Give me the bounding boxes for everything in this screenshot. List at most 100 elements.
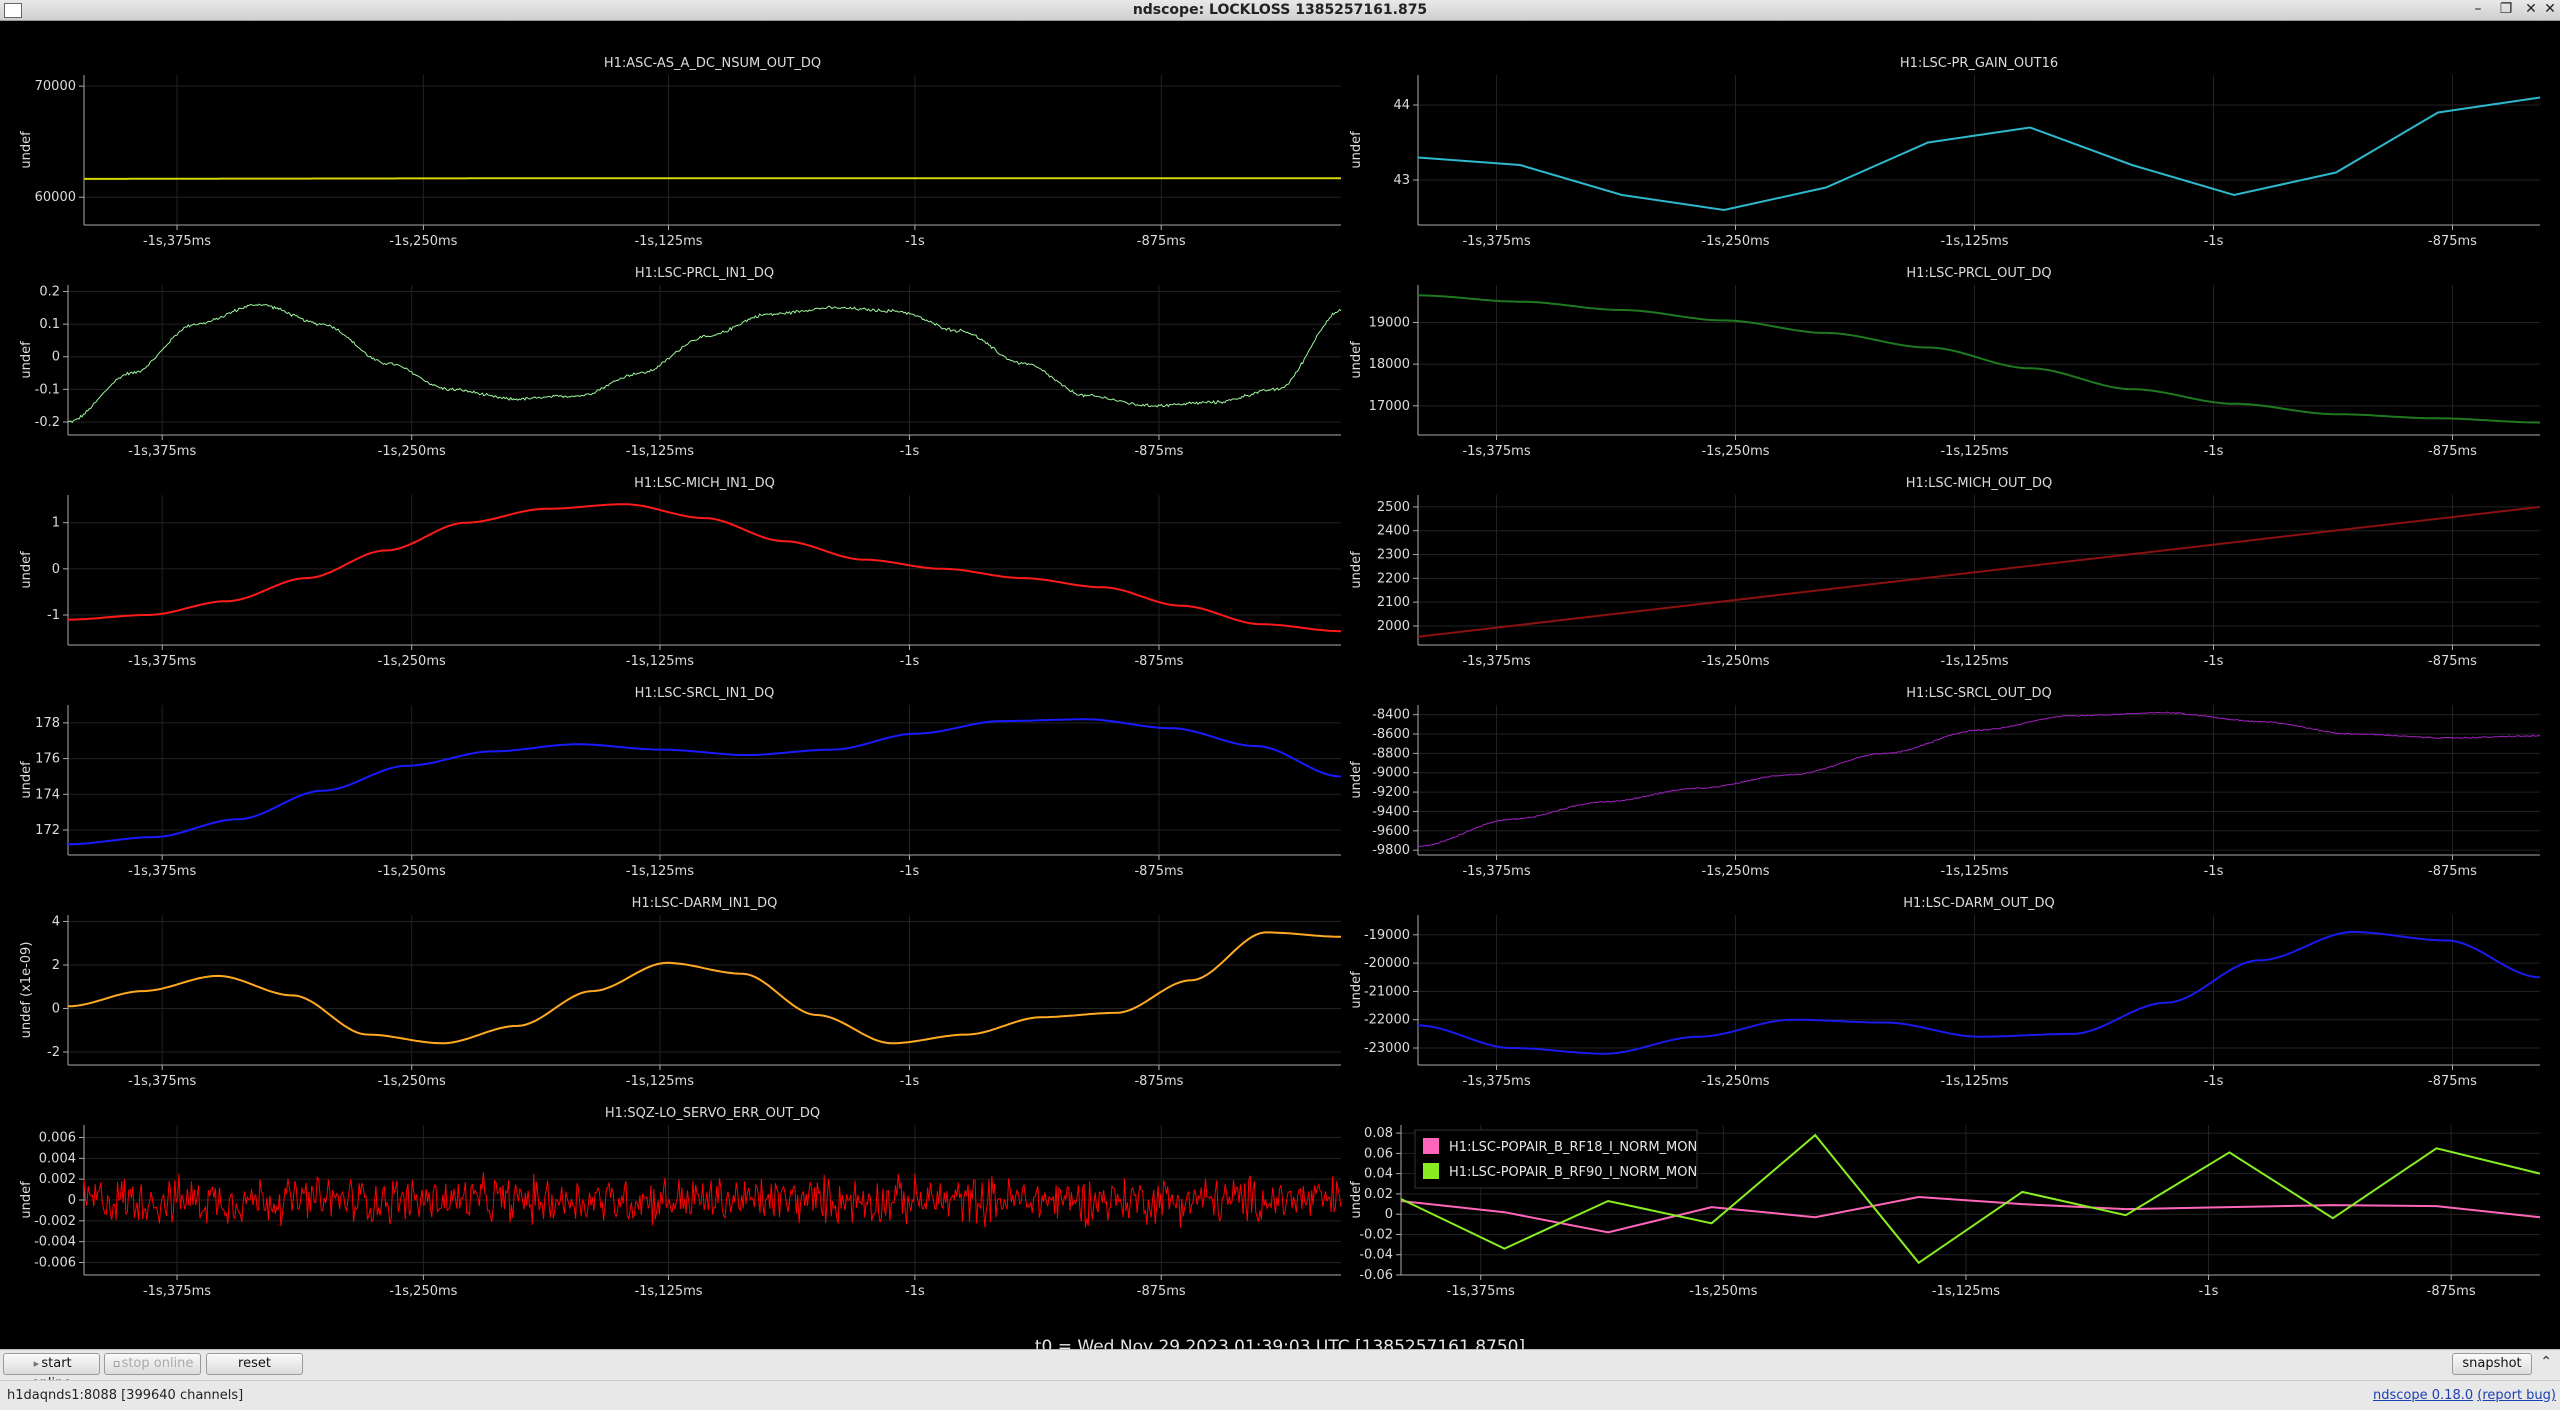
y-tick-label: 0.08 <box>1364 1126 1393 1141</box>
series-line-prcl_in <box>67 303 1342 424</box>
series-line-mich_out <box>1417 505 2541 638</box>
plot-panel-prcl_out[interactable]: H1:LSC-PRCL_OUT_DQundef -1s,375ms -1s,250m… <box>1349 266 2540 459</box>
status-bar: h1daqnds1:8088 [399640 channels] ndscope… <box>0 1380 2560 1410</box>
y-tick-label: 19000 <box>1369 316 1410 331</box>
x-tick-label: -1s,375ms <box>128 1074 196 1089</box>
y-tick-label: 18000 <box>1369 357 1410 372</box>
snapshot-button[interactable]: snapshot <box>2452 1353 2532 1375</box>
y-tick-label: 0.1 <box>39 317 60 332</box>
plot-title: H1:LSC-PRCL_OUT_DQ <box>1906 266 2051 281</box>
x-tick-label: -1s <box>905 1284 925 1299</box>
x-tick-label: -1s,125ms <box>1940 234 2008 249</box>
stop-online-label: stop online <box>121 1356 194 1371</box>
plot-panel-asc[interactable]: H1:ASC-AS_A_DC_NSUM_OUT_DQundef -1s,375ms… <box>19 56 1341 249</box>
plot-panel-mich_in[interactable]: H1:LSC-MICH_IN1_DQundef -1s,375ms -1s,250m… <box>19 476 1342 669</box>
legend-entry: H1:LSC-POPAIR_B_RF90_I_NORM_MON <box>1449 1165 1697 1180</box>
x-tick-label: -1s,125ms <box>1940 444 2008 459</box>
y-tick-label: -9200 <box>1372 785 1410 800</box>
x-tick-label: -1s <box>2199 1284 2219 1299</box>
stop-online-button[interactable]: ▫stop online <box>104 1353 201 1375</box>
x-tick-label: -1s,125ms <box>1940 1074 2008 1089</box>
reset-button[interactable]: reset <box>206 1353 303 1375</box>
y-tick-label: -0.1 <box>35 382 60 397</box>
y-axis-label: undef <box>19 1181 34 1219</box>
x-tick-label: -1s,375ms <box>143 234 211 249</box>
series-line-prgain <box>1417 96 2541 212</box>
version-link[interactable]: ndscope 0.18.0 <box>2373 1388 2473 1403</box>
plot-title: H1:LSC-PRCL_IN1_DQ <box>635 266 774 281</box>
x-tick-label: -1s,375ms <box>128 864 196 879</box>
x-tick-label: -1s,125ms <box>1932 1284 2000 1299</box>
x-tick-label: -1s <box>2204 1074 2224 1089</box>
x-tick-label: -1s,375ms <box>1462 234 1530 249</box>
plot-area[interactable]: H1:ASC-AS_A_DC_NSUM_OUT_DQ undef -1s,375ms… <box>0 21 2560 1357</box>
collapse-icon[interactable]: ⌃ <box>2540 1354 2552 1370</box>
legend-entry: H1:LSC-POPAIR_B_RF18_I_NORM_MON <box>1449 1140 1697 1155</box>
y-tick-label: -9800 <box>1372 843 1410 858</box>
y-tick-label: -8600 <box>1372 727 1410 742</box>
x-tick-label: -1s,250ms <box>1701 654 1769 669</box>
plot-panel-sqz[interactable]: H1:SQZ-LO_SERVO_ERR_OUT_DQundef -1s,375ms… <box>19 1106 1342 1299</box>
y-tick-label: 172 <box>35 823 60 838</box>
y-tick-label: 178 <box>35 716 60 731</box>
plot-panel-darm_out[interactable]: H1:LSC-DARM_OUT_DQundef -1s,375ms -1s,250m… <box>1349 896 2541 1089</box>
close-icon[interactable]: ✕ <box>2522 1 2540 17</box>
x-tick-label: -1s <box>2204 444 2224 459</box>
y-tick-label: 0.06 <box>1364 1146 1393 1161</box>
plot-panel-prcl_in[interactable]: H1:LSC-PRCL_IN1_DQundef -1s,375ms -1s,250m… <box>19 266 1342 459</box>
y-axis-label: undef <box>1349 1181 1364 1219</box>
plot-panel-srcl_out[interactable]: H1:LSC-SRCL_OUT_DQundef -1s,375ms -1s,250m… <box>1349 686 2541 879</box>
restore-icon[interactable]: ❐ <box>2497 1 2515 17</box>
version-links: ndscope 0.18.0 (report bug) <box>2373 1388 2556 1403</box>
y-tick-label: -8400 <box>1372 708 1410 723</box>
report-bug-link[interactable]: (report bug) <box>2477 1388 2556 1403</box>
y-axis-label: undef <box>19 551 34 589</box>
x-tick-label: -1s,375ms <box>1462 654 1530 669</box>
control-bar: ▸start online ▫stop online reset snapsho… <box>0 1349 2560 1391</box>
plot-title: H1:LSC-SRCL_IN1_DQ <box>635 686 775 701</box>
plot-panel-mich_out[interactable]: H1:LSC-MICH_OUT_DQundef -1s,375ms -1s,250m… <box>1349 476 2541 669</box>
x-tick-label: -1s,375ms <box>1462 1074 1530 1089</box>
y-axis-label: undef <box>19 761 34 799</box>
y-axis-label: undef <box>1349 761 1364 799</box>
y-tick-label: -20000 <box>1364 956 1410 971</box>
x-tick-label: -1s,250ms <box>1701 444 1769 459</box>
y-tick-label: 176 <box>35 752 60 767</box>
x-tick-label: -1s,250ms <box>1689 1284 1757 1299</box>
series-line-darm_out <box>1417 931 2541 1055</box>
start-online-button[interactable]: ▸start online <box>3 1353 100 1391</box>
series-line-darm_in <box>67 931 1341 1045</box>
window-titlebar[interactable]: ndscope: LOCKLOSS 1385257161.875 – ❐ ✕ ✕ <box>0 0 2560 21</box>
y-tick-label: -0.002 <box>34 1214 76 1229</box>
menu-icon[interactable]: ✕ <box>2541 1 2559 17</box>
x-tick-label: -875ms <box>1137 234 1186 249</box>
plot-panel-darm_in[interactable]: H1:LSC-DARM_IN1_DQundef (x1e-09) -1s,375m… <box>19 896 1341 1089</box>
x-tick-label: -1s,125ms <box>626 864 694 879</box>
plot-title: H1:LSC-SRCL_OUT_DQ <box>1906 686 2052 701</box>
x-tick-label: -1s,125ms <box>1940 654 2008 669</box>
y-tick-label: 2000 <box>1377 619 1410 634</box>
y-tick-label: 0.02 <box>1364 1187 1393 1202</box>
plot-panel-srcl_in[interactable]: H1:LSC-SRCL_IN1_DQundef -1s,375ms -1s,250m… <box>19 686 1342 879</box>
x-tick-label: -1s,125ms <box>626 444 694 459</box>
x-tick-label: -875ms <box>2428 234 2477 249</box>
y-tick-label: -0.06 <box>1359 1268 1393 1283</box>
y-tick-label: -0.006 <box>34 1256 76 1271</box>
y-tick-label: 2400 <box>1377 524 1410 539</box>
y-tick-label: -8800 <box>1372 746 1410 761</box>
plot-panel-prgain[interactable]: H1:LSC-PR_GAIN_OUT16undef -1s,375ms -1s,25… <box>1349 56 2541 249</box>
y-tick-label: -0.004 <box>34 1235 76 1250</box>
x-tick-label: -1s,375ms <box>1447 1284 1515 1299</box>
x-tick-label: -875ms <box>1134 444 1183 459</box>
minimize-icon[interactable]: – <box>2469 1 2487 17</box>
y-tick-label: -0.04 <box>1359 1248 1393 1263</box>
stop-icon: ▫ <box>112 1357 121 1370</box>
x-tick-label: -875ms <box>1134 864 1183 879</box>
y-tick-label: 0.04 <box>1364 1167 1393 1182</box>
plot-panel-popair[interactable]: undef -1s,375ms -1s,250ms -1s,125ms -1s -875m… <box>1349 1125 2541 1299</box>
y-tick-label: -21000 <box>1364 984 1410 999</box>
x-tick-label: -1s,125ms <box>626 654 694 669</box>
x-tick-label: -1s,250ms <box>378 654 446 669</box>
y-tick-label: 0.006 <box>39 1131 76 1146</box>
plot-grid[interactable]: H1:ASC-AS_A_DC_NSUM_OUT_DQundef -1s,375ms… <box>0 21 2560 1321</box>
